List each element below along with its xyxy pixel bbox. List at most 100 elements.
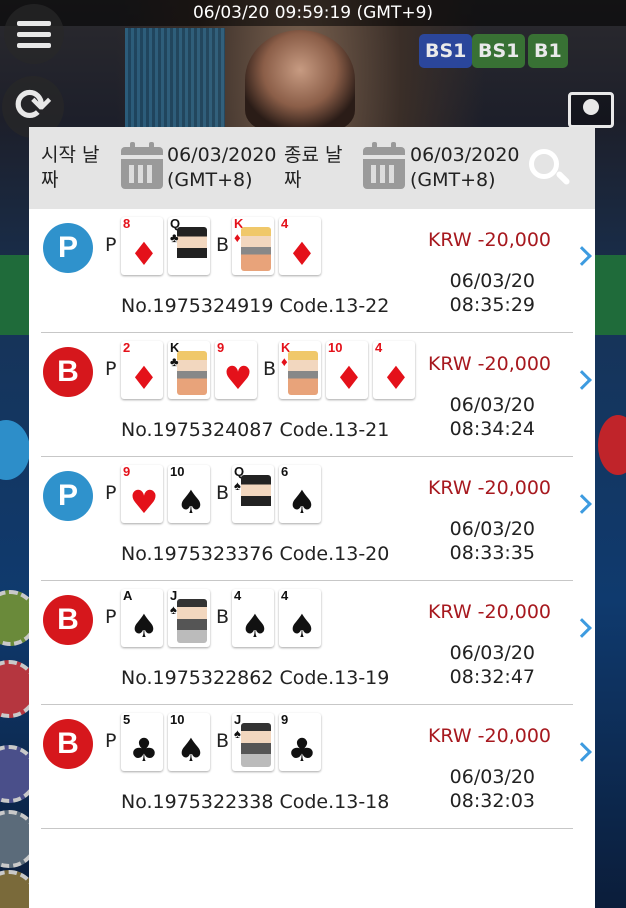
face-card-portrait bbox=[241, 227, 271, 271]
table-tag-bs1-green[interactable]: BS1 bbox=[472, 34, 526, 68]
player-hand-label: P bbox=[105, 482, 117, 504]
banker-card: Q ♠ bbox=[232, 465, 274, 523]
search-icon bbox=[529, 149, 559, 179]
face-card-portrait bbox=[177, 351, 207, 395]
card-rank: 2 bbox=[123, 340, 131, 355]
chevron-right-icon[interactable] bbox=[572, 246, 592, 266]
banker-card: 4 ♠ bbox=[232, 589, 274, 647]
history-row[interactable]: B P 2 ♦ K ♣ 9 ♥ B K ♦ 10 ♦ 4 ♦ No.1975324087 Code.13-21… bbox=[41, 333, 592, 457]
banker-win-badge: B bbox=[43, 719, 93, 769]
table-tag-bs1-blue[interactable]: BS1 bbox=[419, 34, 473, 68]
banker-hand-label: B bbox=[216, 606, 230, 628]
bet-date: 06/03/20 bbox=[449, 642, 535, 664]
chevron-right-icon[interactable] bbox=[572, 618, 592, 638]
card-suit: ♥ bbox=[223, 359, 253, 397]
bet-date: 06/03/20 bbox=[449, 394, 535, 416]
card-rank: 4 bbox=[281, 216, 289, 231]
banker-card: J ♠ bbox=[232, 713, 274, 771]
bet-date: 06/03/20 bbox=[449, 518, 535, 540]
card-suit: ♣ bbox=[170, 354, 179, 369]
menu-button[interactable] bbox=[4, 4, 64, 64]
bet-date: 06/03/20 bbox=[449, 270, 535, 292]
banker-hand-label: B bbox=[216, 482, 230, 504]
bet-amount: KRW -20,000 bbox=[427, 477, 551, 499]
card-rank: 10 bbox=[170, 464, 185, 479]
card-rank: 10 bbox=[328, 340, 343, 355]
end-date-field[interactable]: 06/03/2020 (GMT+8) bbox=[410, 143, 520, 193]
round-number: No.1975323376 Code.13-20 bbox=[121, 543, 390, 565]
card-suit: ♠ bbox=[287, 607, 317, 645]
card-suit: ♣ bbox=[287, 731, 317, 769]
background-table-edge-right bbox=[594, 255, 626, 335]
card-rank: 6 bbox=[281, 464, 289, 479]
background-player-spot bbox=[0, 420, 30, 480]
card-rank: 5 bbox=[123, 712, 131, 727]
card-rank: 9 bbox=[217, 340, 225, 355]
player-card: 8 ♦ bbox=[121, 217, 163, 275]
bet-amount: KRW -20,000 bbox=[427, 601, 551, 623]
search-button[interactable] bbox=[525, 147, 573, 193]
player-card: 5 ♣ bbox=[121, 713, 163, 771]
card-suit: ♠ bbox=[240, 607, 270, 645]
history-row[interactable]: P P 9 ♥ 10 ♠ B Q ♠ 6 ♠ No.1975323376 Code.13-20 KRW … bbox=[41, 457, 592, 581]
card-suit: ♦ bbox=[234, 230, 241, 245]
banker-card: 4 ♠ bbox=[279, 589, 321, 647]
date-filter-bar: 시작 날짜 06/03/2020 (GMT+8) 종료 날짜 06/03/202… bbox=[29, 127, 595, 209]
bet-time: 08:34:24 bbox=[449, 418, 535, 440]
player-card: J ♠ bbox=[168, 589, 210, 647]
card-suit: ♦ bbox=[334, 359, 364, 397]
history-row[interactable]: P P 8 ♦ Q ♣ B K ♦ 4 ♦ No.1975324919 Code.13-22 KRW -… bbox=[41, 209, 592, 333]
round-number: No.1975324087 Code.13-21 bbox=[121, 419, 390, 441]
end-calendar-icon[interactable] bbox=[363, 142, 405, 189]
player-card: K ♣ bbox=[168, 341, 210, 399]
history-row[interactable]: B P 5 ♣ 10 ♠ B J ♠ 9 ♣ No.1975322338 Code.13-18 KRW … bbox=[41, 705, 592, 829]
chevron-right-icon[interactable] bbox=[572, 494, 592, 514]
banker-win-badge: B bbox=[43, 595, 93, 645]
card-suit: ♠ bbox=[170, 602, 177, 617]
card-suit: ♠ bbox=[129, 607, 159, 645]
background-curtain bbox=[125, 28, 225, 138]
start-calendar-icon[interactable] bbox=[121, 142, 163, 189]
card-rank: 4 bbox=[234, 588, 242, 603]
bet-datetime: 06/03/20 08:32:03 bbox=[450, 765, 535, 813]
profile-icon[interactable] bbox=[568, 92, 614, 128]
history-row[interactable]: B P A ♠ J ♠ B 4 ♠ 4 ♠ No.1975322862 Code.13-19 KRW -… bbox=[41, 581, 592, 705]
bet-time: 08:35:29 bbox=[449, 294, 535, 316]
banker-card: K ♦ bbox=[279, 341, 321, 399]
round-number: No.1975322338 Code.13-18 bbox=[121, 791, 390, 813]
card-rank: 10 bbox=[170, 712, 185, 727]
card-rank: 9 bbox=[281, 712, 289, 727]
end-date-label: 종료 날짜 bbox=[284, 144, 343, 191]
player-card: A ♠ bbox=[121, 589, 163, 647]
bet-time: 08:32:03 bbox=[449, 790, 535, 812]
card-suit: ♠ bbox=[234, 478, 241, 493]
table-tag-b1[interactable]: B1 bbox=[528, 34, 568, 68]
chevron-right-icon[interactable] bbox=[572, 742, 592, 762]
bet-time: 08:32:47 bbox=[449, 666, 535, 688]
player-card: 2 ♦ bbox=[121, 341, 163, 399]
card-rank: 4 bbox=[281, 588, 289, 603]
banker-card: 4 ♦ bbox=[279, 217, 321, 275]
card-suit: ♥ bbox=[129, 483, 159, 521]
card-suit: ♦ bbox=[281, 354, 288, 369]
player-hand-label: P bbox=[105, 234, 117, 256]
history-list: P P 8 ♦ Q ♣ B K ♦ 4 ♦ No.1975324919 Code.13-22 KRW -… bbox=[29, 209, 595, 829]
card-rank: 4 bbox=[375, 340, 383, 355]
face-card-portrait bbox=[288, 351, 318, 395]
face-card-portrait bbox=[177, 227, 207, 271]
background-banker-spot bbox=[598, 415, 626, 475]
face-card-portrait bbox=[241, 475, 271, 519]
bet-amount: KRW -20,000 bbox=[427, 229, 551, 251]
bet-datetime: 06/03/20 08:33:35 bbox=[450, 517, 535, 565]
card-suit: ♦ bbox=[287, 235, 317, 273]
dealer-video bbox=[245, 30, 355, 130]
banker-hand-label: B bbox=[216, 234, 230, 256]
banker-hand-label: B bbox=[263, 358, 277, 380]
start-date-field[interactable]: 06/03/2020 (GMT+8) bbox=[167, 143, 277, 193]
card-suit: ♠ bbox=[176, 483, 206, 521]
face-card-portrait bbox=[177, 599, 207, 643]
card-rank: A bbox=[123, 588, 133, 603]
chevron-right-icon[interactable] bbox=[572, 370, 592, 390]
player-hand-label: P bbox=[105, 358, 117, 380]
player-hand-label: P bbox=[105, 730, 117, 752]
